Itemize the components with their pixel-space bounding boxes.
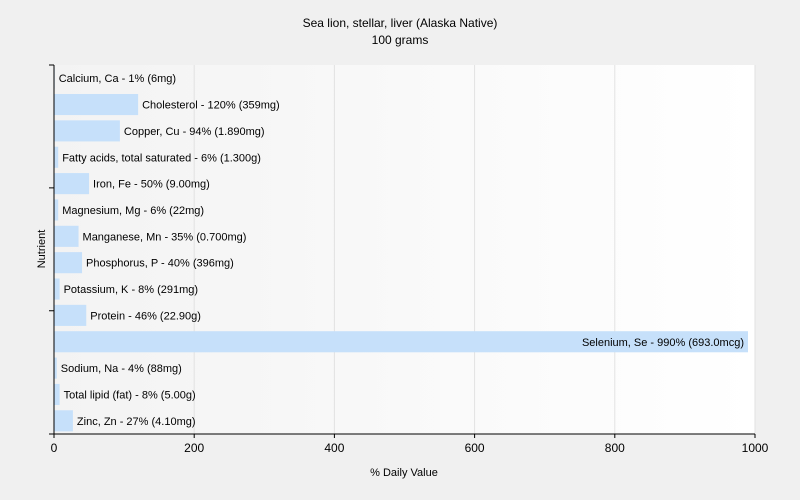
x-tick-label-2: 400 (324, 441, 344, 455)
x-tick-label-1: 200 (184, 441, 204, 455)
chart-root: Calcium, Ca - 1% (6mg) Cholesterol - 120%… (0, 0, 800, 500)
bar-label-2: Copper, Cu - 94% (1.890mg) (124, 126, 265, 138)
bar-label-7: Phosphorus, P - 40% (396mg) (86, 258, 234, 270)
bar-chart: Calcium, Ca - 1% (6mg) Cholesterol - 120%… (36, 16, 769, 479)
bar-label-3: Fatty acids, total saturated - 6% (1.300… (62, 152, 261, 164)
bar-label-6: Manganese, Mn - 35% (0.700mg) (83, 231, 247, 243)
bar-8 (54, 278, 60, 300)
bar-label-9: Protein - 46% (22.90g) (90, 310, 201, 322)
bar-label-5: Magnesium, Mg - 6% (22mg) (62, 205, 204, 217)
bar-7 (54, 252, 83, 274)
bar-9 (54, 304, 87, 326)
bar-12 (54, 383, 60, 406)
bar-13 (54, 410, 73, 432)
chart-title: Sea lion, stellar, liver (Alaska Native) (303, 16, 498, 30)
y-axis-label: Nutrient (36, 230, 48, 269)
x-tick-label-0: 0 (51, 441, 58, 455)
bar-label-11: Sodium, Na - 4% (88mg) (61, 363, 182, 375)
x-tick-label-5: 1000 (742, 441, 769, 455)
bar-label-4: Iron, Fe - 50% (9.00mg) (93, 179, 210, 191)
bar-label-13: Zinc, Zn - 27% (4.10mg) (77, 416, 196, 428)
x-axis-label: % Daily Value (370, 467, 438, 479)
bar-label-1: Cholesterol - 120% (359mg) (142, 100, 280, 112)
bar-1 (54, 93, 139, 116)
chart-subtitle: 100 grams (372, 33, 429, 47)
bar-label-8: Potassium, K - 8% (291mg) (64, 284, 199, 296)
bar-6 (54, 225, 79, 247)
bar-5 (54, 199, 59, 221)
bar-label-12: Total lipid (fat) - 8% (5.00g) (64, 389, 196, 401)
bar-label-10: Selenium, Se - 990% (693.0mcg) (582, 337, 744, 349)
x-tick-label-3: 600 (465, 441, 485, 455)
bar-3 (54, 146, 59, 168)
bar-4 (54, 173, 90, 195)
bar-label-0: Calcium, Ca - 1% (6mg) (59, 73, 176, 85)
plot-area (54, 65, 755, 434)
x-tick-label-4: 800 (605, 441, 625, 455)
bar-2 (54, 120, 120, 142)
